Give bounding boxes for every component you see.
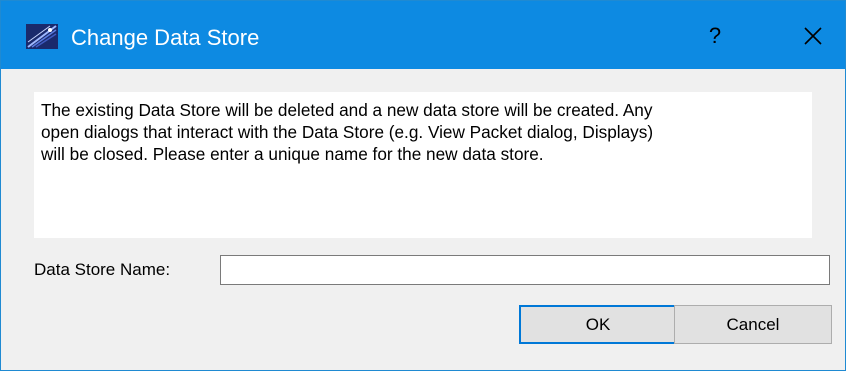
window-title: Change Data Store — [71, 25, 260, 50]
change-data-store-dialog: Change Data Store ? The existing Data St… — [0, 0, 846, 371]
close-button[interactable] — [791, 16, 835, 56]
app-logo-icon — [26, 24, 58, 49]
cancel-button[interactable]: Cancel — [674, 305, 832, 344]
data-store-name-input[interactable] — [220, 255, 830, 285]
title-bar[interactable]: Change Data Store ? — [1, 1, 845, 69]
close-icon — [804, 27, 822, 45]
message-panel: The existing Data Store will be deleted … — [34, 92, 812, 238]
data-store-name-label: Data Store Name: — [34, 260, 171, 279]
ok-button[interactable]: OK — [519, 305, 677, 344]
help-button[interactable]: ? — [693, 16, 737, 56]
help-icon: ? — [708, 23, 722, 48]
message-text: The existing Data Store will be deleted … — [41, 100, 654, 164]
